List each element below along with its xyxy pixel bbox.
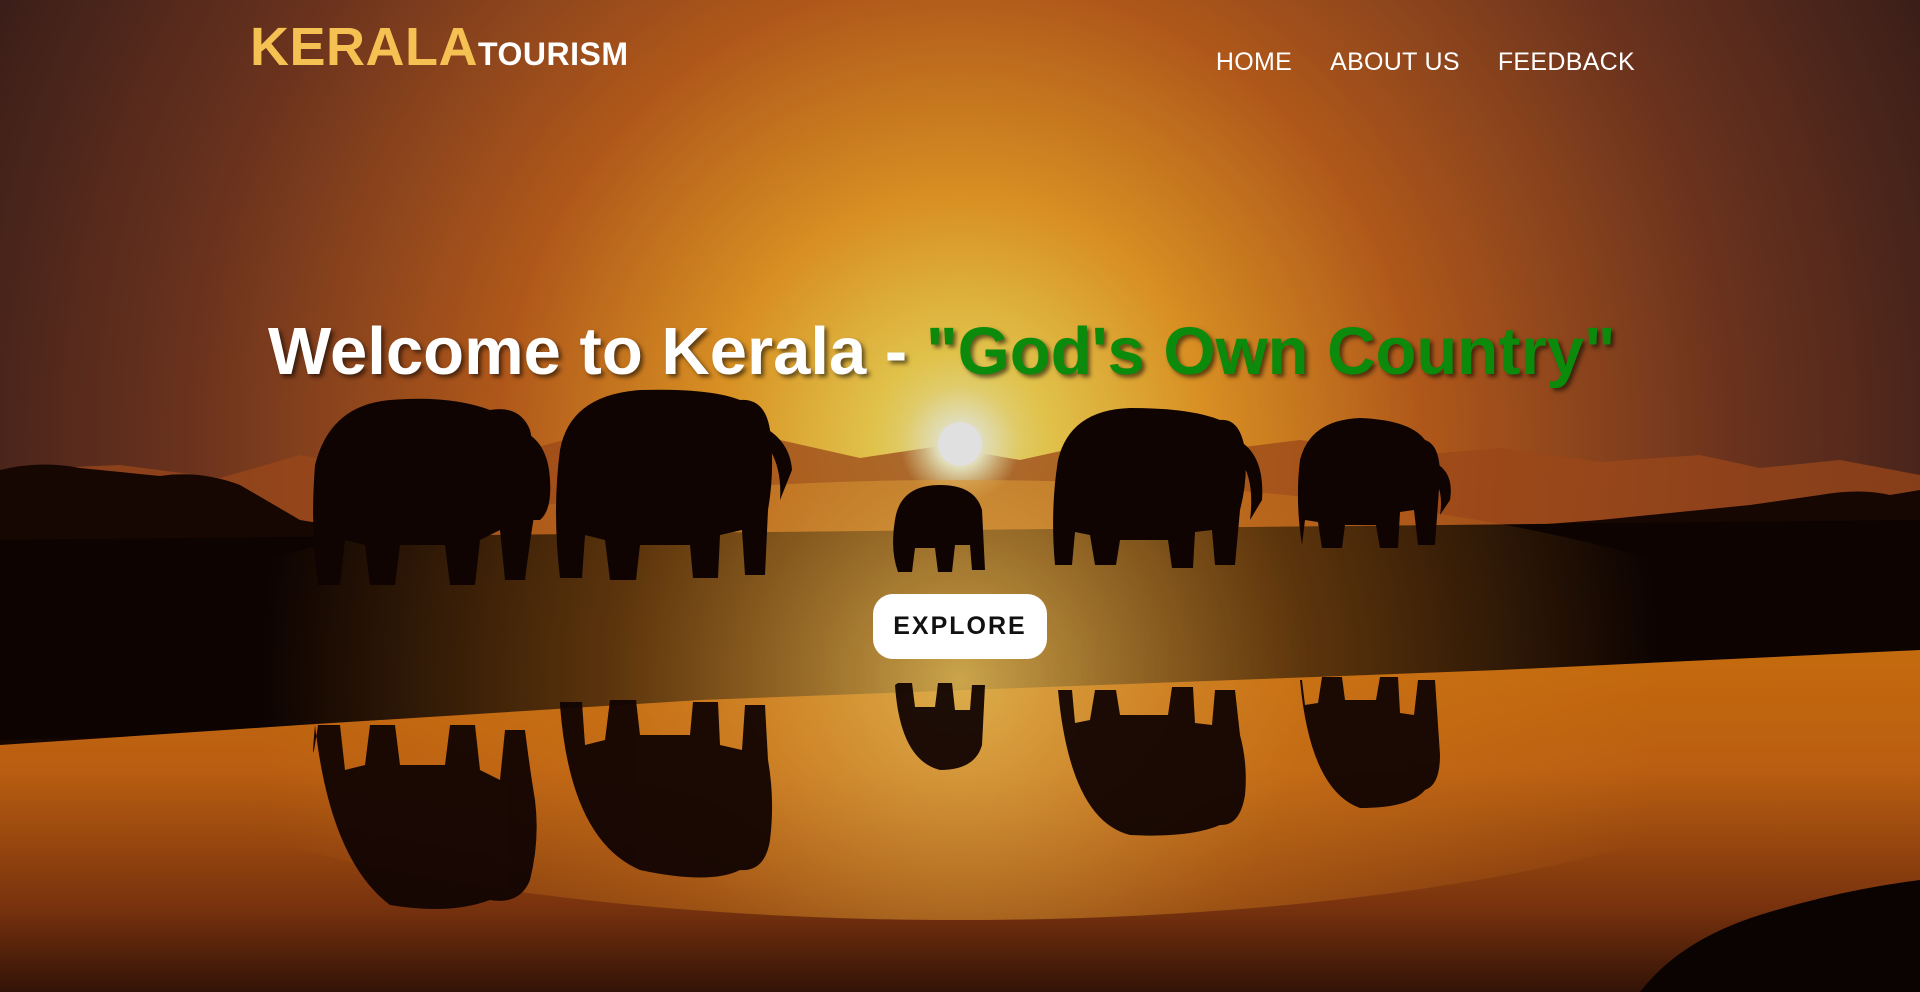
- explore-button[interactable]: EXPLORE: [873, 594, 1047, 659]
- hero-section: KERALATOURISM HOME ABOUT US FEEDBACK Wel…: [0, 0, 1920, 992]
- nav-item-home[interactable]: HOME: [1216, 48, 1292, 77]
- logo-name: KERALA: [250, 17, 478, 77]
- site-header: KERALATOURISM HOME ABOUT US FEEDBACK: [0, 0, 1920, 100]
- nav-item-feedback[interactable]: FEEDBACK: [1498, 48, 1635, 77]
- site-logo[interactable]: KERALATOURISM: [250, 20, 628, 74]
- main-nav: HOME ABOUT US FEEDBACK: [1216, 48, 1635, 77]
- logo-suffix: TOURISM: [478, 36, 629, 72]
- headline-welcome-text: Welcome to Kerala -: [268, 314, 926, 389]
- nav-item-about-us[interactable]: ABOUT US: [1330, 48, 1460, 77]
- hero-headline: Welcome to Kerala - "God's Own Country": [0, 318, 1920, 385]
- headline-tagline-text: "God's Own Country": [925, 314, 1616, 389]
- hero-background-image: [0, 0, 1920, 992]
